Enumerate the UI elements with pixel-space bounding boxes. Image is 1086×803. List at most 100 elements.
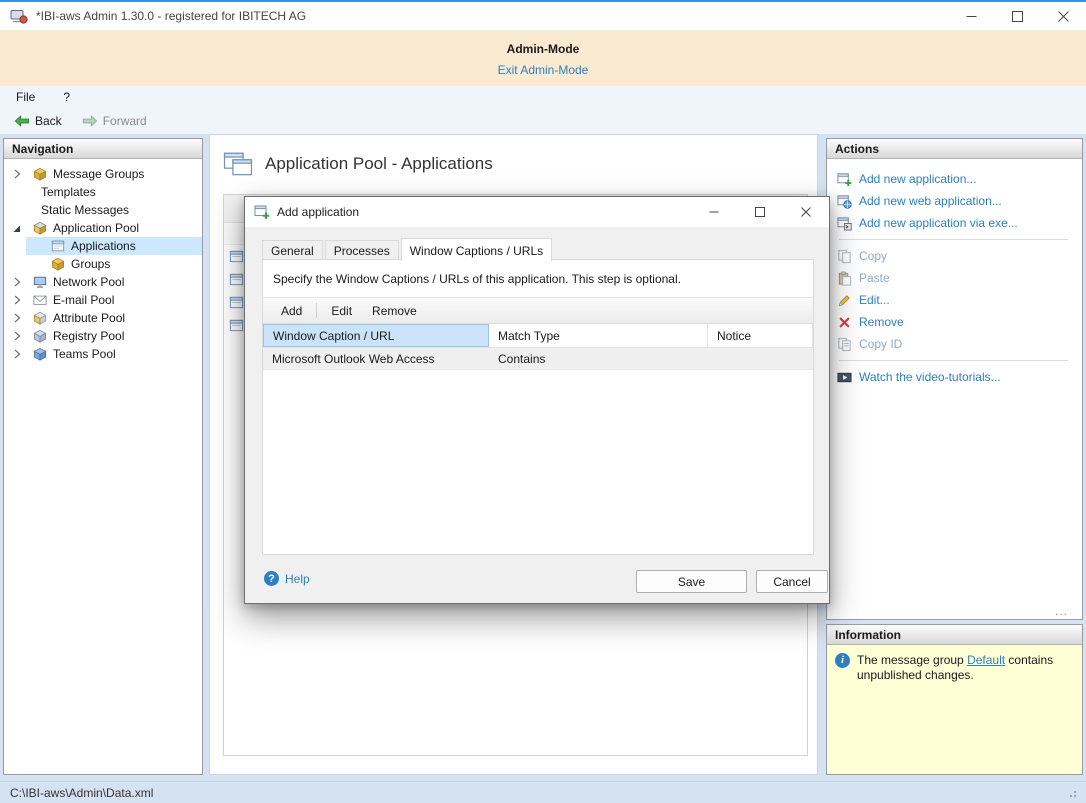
nav-label: Templates xyxy=(41,185,96,199)
dialog-minimize-button[interactable] xyxy=(691,197,737,226)
maximize-button[interactable] xyxy=(994,2,1040,30)
minimize-button[interactable] xyxy=(948,2,994,30)
chevron-right-icon[interactable] xyxy=(8,275,26,289)
tab-window-captions-urls[interactable]: Window Captions / URLs xyxy=(401,238,552,261)
dialog-description: Specify the Window Captions / URLs of th… xyxy=(263,260,813,297)
action-watch-video-tutorials[interactable]: Watch the video-tutorials... xyxy=(837,366,1082,388)
back-arrow-icon xyxy=(14,114,30,128)
add-application-icon xyxy=(837,172,852,187)
chevron-right-icon[interactable] xyxy=(8,347,26,361)
tab-general[interactable]: General xyxy=(262,240,323,260)
dialog-close-button[interactable] xyxy=(783,197,829,226)
action-copy[interactable]: Copy xyxy=(837,245,1082,267)
paste-icon xyxy=(837,271,852,286)
info-icon xyxy=(835,653,850,668)
chevron-right-icon[interactable] xyxy=(8,293,26,307)
add-caption-button[interactable]: Add xyxy=(271,301,312,321)
nav-label: Registry Pool xyxy=(53,329,124,343)
actions-panel: Actions Add new application... Add new w… xyxy=(826,138,1083,620)
close-button[interactable] xyxy=(1040,2,1086,30)
nav-item-network-pool[interactable]: Network Pool xyxy=(4,273,202,291)
nav-item-applications[interactable]: Applications xyxy=(4,237,202,255)
cell-notice xyxy=(708,348,813,369)
chevron-right-icon[interactable] xyxy=(8,329,26,343)
edit-caption-button[interactable]: Edit xyxy=(321,301,362,321)
action-add-new-application-via-exe[interactable]: Add new application via exe... xyxy=(837,212,1082,234)
back-button[interactable]: Back xyxy=(8,112,68,130)
forward-button[interactable]: Forward xyxy=(76,112,153,130)
add-application-dialog: Add application General Processes Window… xyxy=(244,196,830,604)
nav-item-email-pool[interactable]: E-mail Pool xyxy=(4,291,202,309)
tab-processes[interactable]: Processes xyxy=(325,240,399,260)
status-bar: C:\IBI-aws\Admin\Data.xml xyxy=(0,781,1086,803)
menu-file[interactable]: File xyxy=(10,88,41,106)
application-form-icon xyxy=(229,249,244,264)
help-icon xyxy=(264,571,279,586)
column-header-window-caption-url[interactable]: Window Caption / URL xyxy=(263,324,489,347)
resize-grip[interactable] xyxy=(1067,788,1076,797)
close-icon xyxy=(801,207,811,217)
column-header-notice[interactable]: Notice xyxy=(708,324,813,347)
actions-separator xyxy=(839,360,1068,361)
applications-title-icon xyxy=(223,151,253,177)
actions-list: Add new application... Add new web appli… xyxy=(827,159,1082,388)
content-title-row: Application Pool - Applications xyxy=(210,135,817,177)
nav-item-attribute-pool[interactable]: Attribute Pool xyxy=(4,309,202,327)
dialog-window-controls xyxy=(691,197,829,226)
chevron-down-icon[interactable] xyxy=(8,221,26,235)
column-header-match-type[interactable]: Match Type xyxy=(489,324,708,347)
application-form-icon xyxy=(229,272,244,287)
actions-overflow-indicator[interactable]: ... xyxy=(1055,604,1068,618)
nav-label: Attribute Pool xyxy=(53,311,125,325)
dialog-maximize-button[interactable] xyxy=(737,197,783,226)
nav-item-registry-pool[interactable]: Registry Pool xyxy=(4,327,202,345)
applications-form-icon xyxy=(50,238,66,254)
nav-item-static-messages[interactable]: Static Messages xyxy=(4,201,202,219)
admin-mode-banner: Admin-Mode Exit Admin-Mode xyxy=(0,30,1086,86)
window-titlebar[interactable]: *IBI-aws Admin 1.30.0 - registered for I… xyxy=(0,2,1086,30)
default-message-group-link[interactable]: Default xyxy=(967,653,1005,667)
remove-caption-button[interactable]: Remove xyxy=(362,301,427,321)
help-label[interactable]: Help xyxy=(285,572,310,586)
status-file-path: C:\IBI-aws\Admin\Data.xml xyxy=(10,786,153,800)
action-copy-id[interactable]: Copy ID xyxy=(837,333,1082,355)
menu-help[interactable]: ? xyxy=(57,88,76,106)
app-window: *IBI-aws Admin 1.30.0 - registered for I… xyxy=(0,0,1086,803)
nav-item-groups[interactable]: Groups xyxy=(4,255,202,273)
navigation-toolbar: Back Forward xyxy=(0,108,1086,134)
exit-admin-mode-link[interactable]: Exit Admin-Mode xyxy=(498,63,589,77)
dialog-titlebar[interactable]: Add application xyxy=(245,197,829,227)
help-link[interactable]: Help xyxy=(264,571,310,586)
application-form-icon xyxy=(229,318,244,333)
copy-id-icon xyxy=(837,337,852,352)
action-add-new-application[interactable]: Add new application... xyxy=(837,168,1082,190)
nav-item-templates[interactable]: Templates xyxy=(4,183,202,201)
information-text-before: The message group xyxy=(857,653,967,667)
maximize-icon xyxy=(1012,11,1023,22)
registry-pool-cube-icon xyxy=(32,328,48,344)
minimize-icon xyxy=(966,11,977,22)
action-remove[interactable]: Remove xyxy=(837,311,1082,333)
application-pool-cube-icon xyxy=(32,220,48,236)
action-edit[interactable]: Edit... xyxy=(837,289,1082,311)
save-button[interactable]: Save xyxy=(636,570,747,593)
page-title: Application Pool - Applications xyxy=(265,154,493,174)
chevron-right-icon[interactable] xyxy=(8,311,26,325)
admin-mode-title: Admin-Mode xyxy=(0,42,1086,56)
nav-label: Network Pool xyxy=(53,275,124,289)
edit-pencil-icon xyxy=(837,293,852,308)
caption-grid-row[interactable]: Microsoft Outlook Web Access Contains xyxy=(263,348,813,370)
cell-window-caption-url: Microsoft Outlook Web Access xyxy=(263,348,489,369)
teams-pool-cube-icon xyxy=(32,346,48,362)
nav-item-teams-pool[interactable]: Teams Pool xyxy=(4,345,202,363)
toolbar-separator xyxy=(316,303,317,318)
chevron-right-icon[interactable] xyxy=(8,167,26,181)
nav-item-message-groups[interactable]: Message Groups xyxy=(4,165,202,183)
nav-item-application-pool[interactable]: Application Pool xyxy=(4,219,202,237)
nav-label: Groups xyxy=(71,257,110,271)
information-header: Information xyxy=(827,625,1082,645)
nav-label: Applications xyxy=(71,239,136,253)
action-paste[interactable]: Paste xyxy=(837,267,1082,289)
cancel-button[interactable]: Cancel xyxy=(756,570,828,593)
action-add-new-web-application[interactable]: Add new web application... xyxy=(837,190,1082,212)
